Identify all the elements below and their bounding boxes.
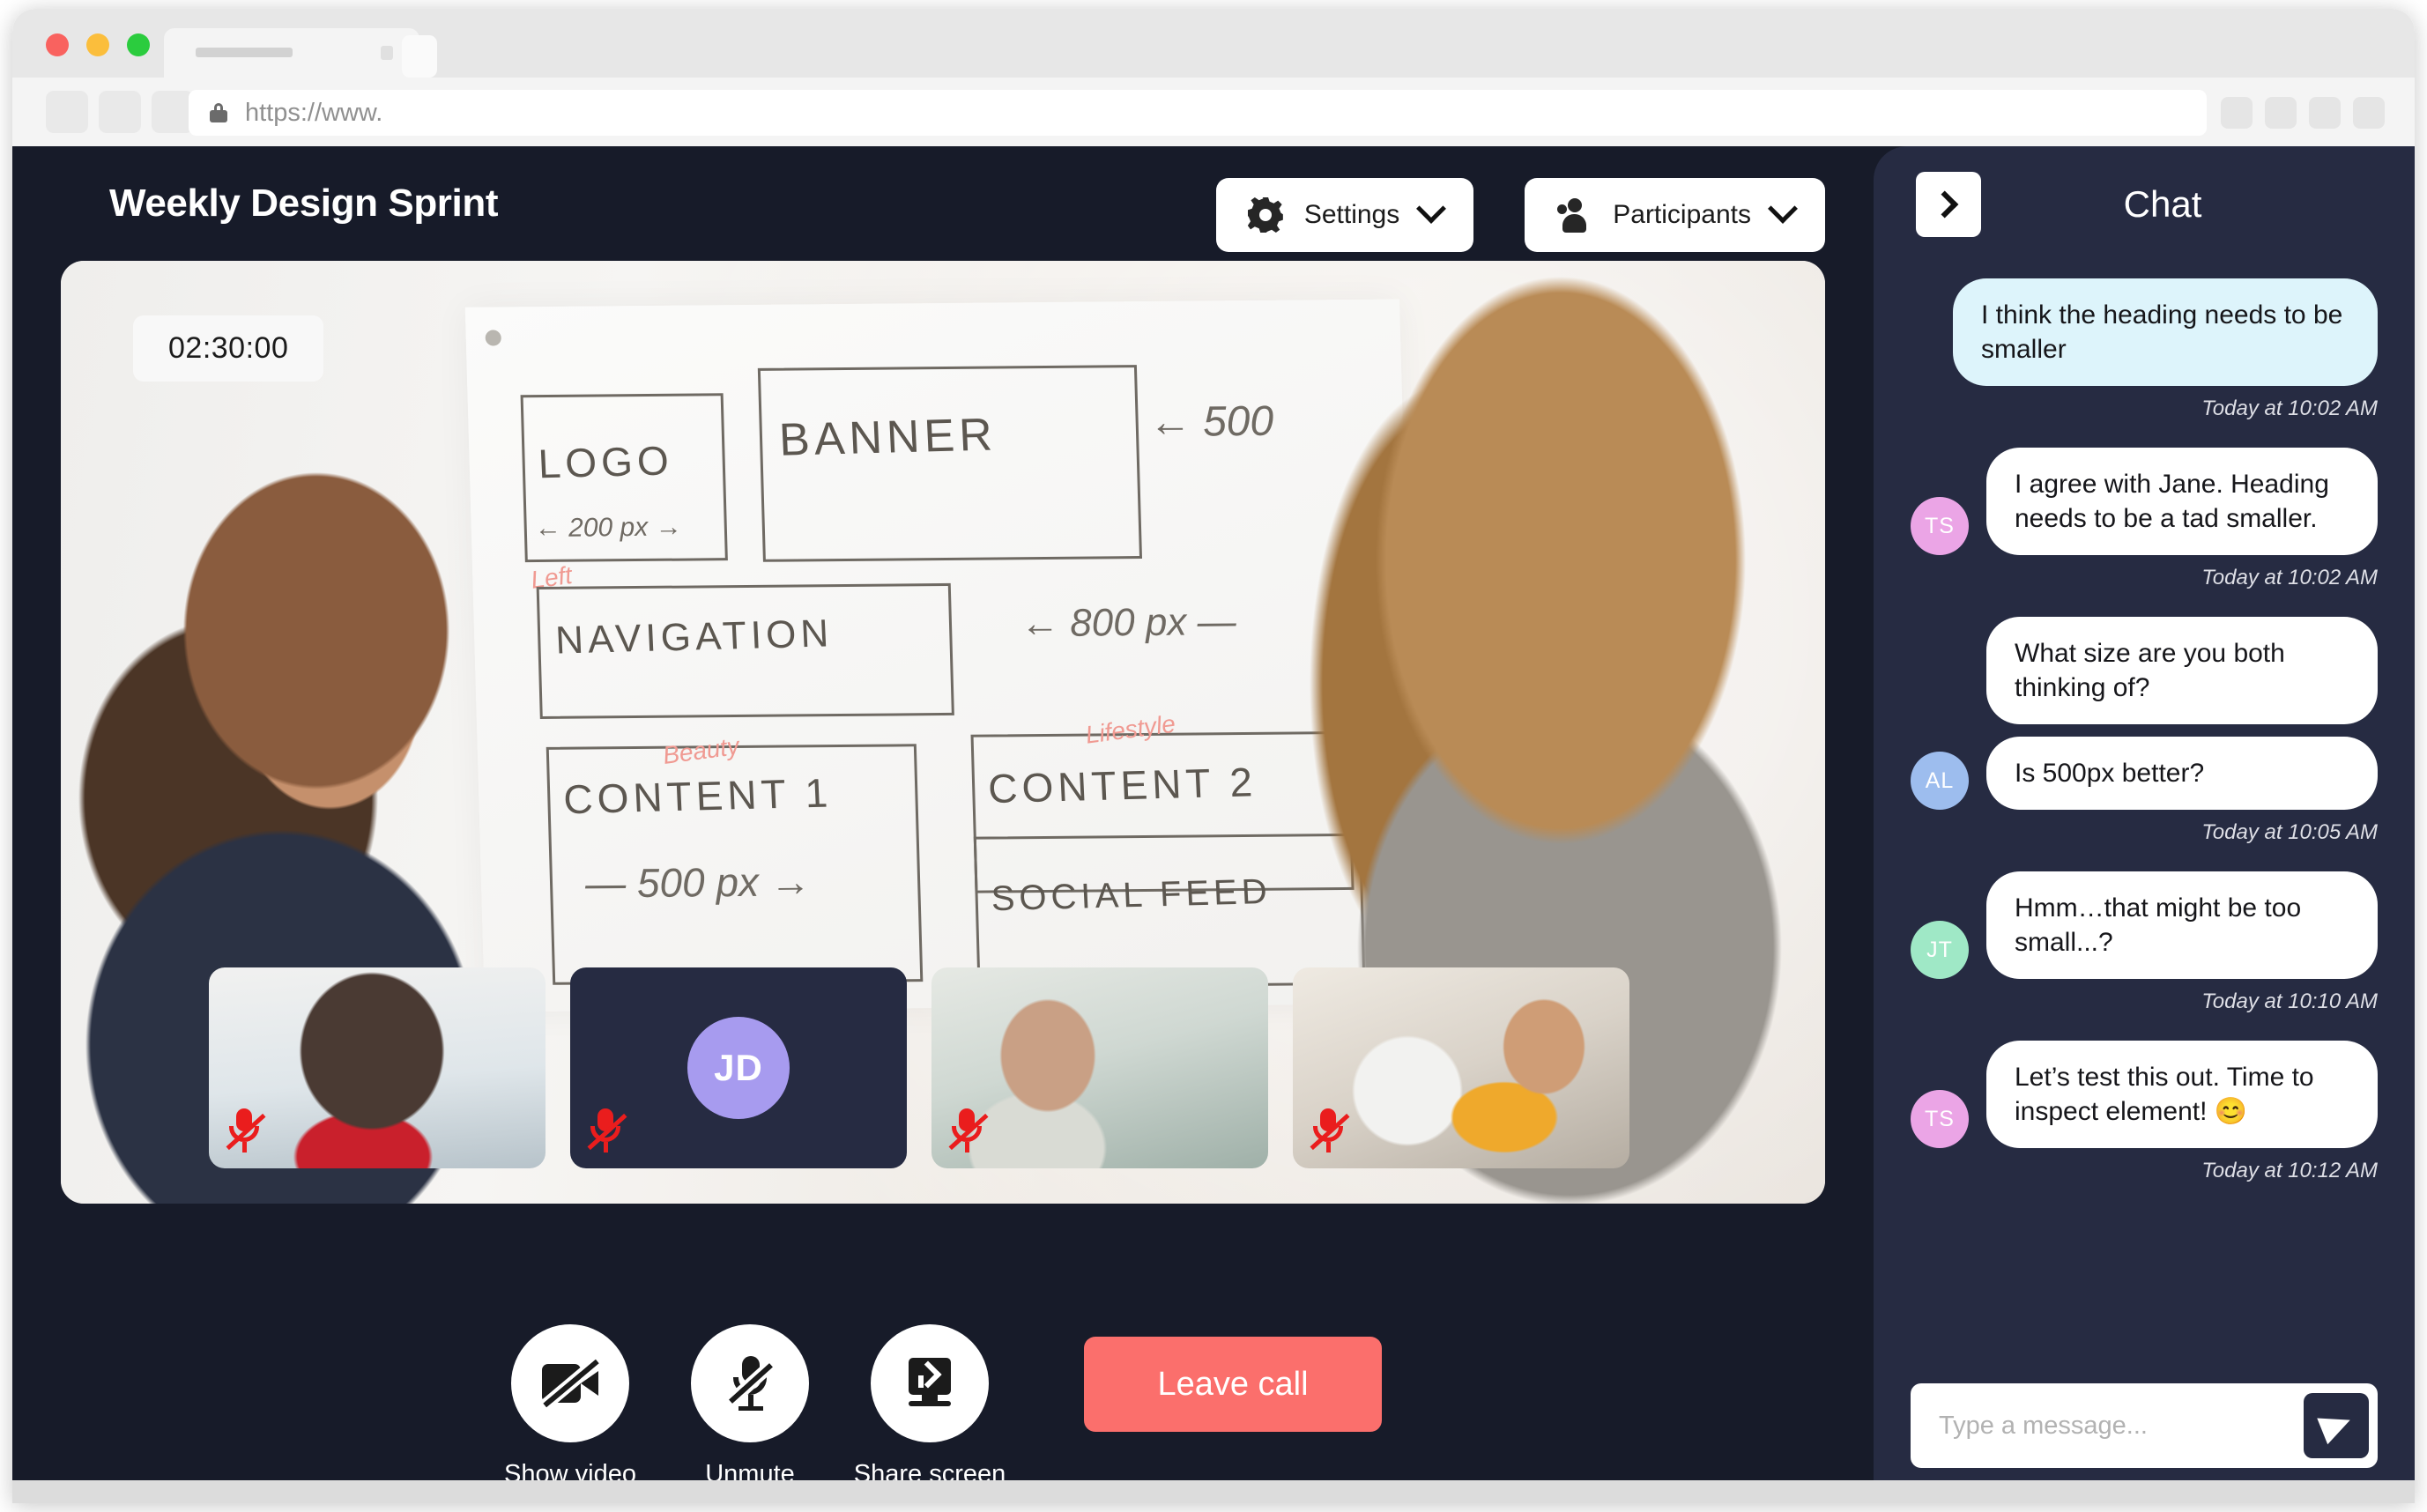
tab-close-icon[interactable] [381,46,393,60]
extension-4-button[interactable] [2353,97,2385,129]
new-tab-button[interactable] [402,35,437,78]
gear-icon [1248,197,1283,233]
chat-header: Chat [1874,146,2415,263]
tab-title-placeholder [196,48,293,57]
close-window-button[interactable] [46,33,69,56]
header-actions: Settings Participants [1215,178,1825,252]
main-column: Weekly Design Sprint Settings Participan… [12,146,1874,1503]
browser-tab[interactable] [164,28,419,78]
video-stage[interactable]: LOGO ← 200 px → Left BANNER ← 500 NAVIGA… [61,261,1825,1204]
chevron-down-icon [1416,193,1447,224]
browser-tab-strip [12,9,2415,78]
settings-button-label: Settings [1303,200,1400,229]
chat-bubble: What size are you both thinking of? [1986,617,2378,724]
chat-messages[interactable]: I think the heading needs to be smaller … [1874,263,2415,1383]
chat-message-group: TS Let’s test this out. Time to inspect … [1911,1041,2378,1183]
send-message-button[interactable] [2304,1393,2369,1458]
browser-window: https://www. Weekly Design Sprint Settin… [12,9,2415,1503]
sketch-banner-label: BANNER [777,409,998,466]
extension-3-button[interactable] [2309,97,2341,129]
browser-nav-buttons [46,91,194,133]
chat-bubble: Hmm…that might be too small...? [1986,871,2378,979]
avatar: TS [1911,497,1969,555]
minimize-window-button[interactable] [86,33,109,56]
people-icon [1556,197,1592,233]
avatar: TS [1911,1090,1969,1148]
page-bottom-strip [12,1480,2415,1503]
chat-timestamp: Today at 10:05 AM [2201,820,2378,844]
participant-thumbnails: JD [209,967,1629,1168]
chat-bubble: Is 500px better? [1986,737,2378,810]
chat-panel: Chat I think the heading needs to be sma… [1874,146,2415,1503]
show-video-button[interactable]: Show video [504,1324,636,1489]
browser-address-row: https://www. [12,78,2415,146]
chat-message-group: I think the heading needs to be smaller … [1911,278,2378,421]
participants-button[interactable]: Participants [1525,178,1825,252]
chat-message-input[interactable] [1939,1411,2304,1441]
extension-2-button[interactable] [2265,97,2297,129]
page-title: Weekly Design Sprint [109,182,499,225]
send-plane-icon [2317,1406,2356,1445]
leave-call-button[interactable]: Leave call [1084,1337,1382,1432]
chat-timestamp: Today at 10:10 AM [2201,989,2378,1013]
screen-share-icon [871,1324,989,1442]
collapse-chat-button[interactable] [1916,172,1981,237]
mic-muted-icon [1309,1107,1350,1156]
unmute-button[interactable]: Unmute [684,1324,816,1489]
mic-muted-icon [225,1107,266,1156]
chat-composer [1911,1383,2378,1468]
video-off-icon [511,1324,629,1442]
app-header: Weekly Design Sprint Settings Participan… [12,146,1874,261]
chat-message-group: AL What size are you both thinking of? I… [1911,617,2378,845]
call-timer: 02:30:00 [133,315,324,382]
chat-bubble: I think the heading needs to be smaller [1953,278,2378,386]
browser-extension-buttons [2221,97,2385,129]
back-button[interactable] [46,91,88,133]
chat-timestamp: Today at 10:02 AM [2201,397,2378,420]
chat-bubble: I agree with Jane. Heading needs to be a… [1986,448,2378,555]
chat-bubble: Let’s test this out. Time to inspect ele… [1986,1041,2378,1148]
participant-thumbnail[interactable]: JD [570,967,907,1168]
participants-button-label: Participants [1613,200,1751,229]
forward-button[interactable] [99,91,141,133]
sketch-content1-dim: — 500 px → [584,858,812,907]
avatar: JD [687,1017,790,1119]
participant-thumbnail[interactable] [1293,967,1629,1168]
chat-timestamp: Today at 10:12 AM [2201,1159,2378,1182]
chevron-right-icon [1931,190,1959,219]
mic-muted-icon [586,1107,627,1156]
mic-muted-icon [947,1107,989,1156]
settings-button[interactable]: Settings [1215,178,1474,252]
participant-thumbnail[interactable] [931,967,1268,1168]
avatar: JT [1911,921,1969,979]
maximize-window-button[interactable] [127,33,150,56]
window-traffic-lights [46,33,150,56]
mic-off-icon [691,1324,809,1442]
reload-button[interactable] [152,91,194,133]
url-text: https://www. [245,98,383,127]
chat-message-group: TS I agree with Jane. Heading needs to b… [1911,448,2378,590]
chat-message-group: JT Hmm…that might be too small...? Today… [1911,871,2378,1014]
chevron-down-icon [1768,193,1798,224]
avatar: AL [1911,752,1969,810]
lock-icon [210,103,227,122]
url-bar[interactable]: https://www. [189,90,2207,136]
call-controls: Show video Unmute Share screen Leave cal… [12,1324,1874,1489]
extension-1-button[interactable] [2221,97,2253,129]
video-call-app: Weekly Design Sprint Settings Participan… [12,146,2415,1503]
chat-title: Chat [2123,183,2202,225]
share-screen-button[interactable]: Share screen [854,1324,1006,1489]
participant-thumbnail[interactable] [209,967,546,1168]
chat-timestamp: Today at 10:02 AM [2201,566,2378,589]
